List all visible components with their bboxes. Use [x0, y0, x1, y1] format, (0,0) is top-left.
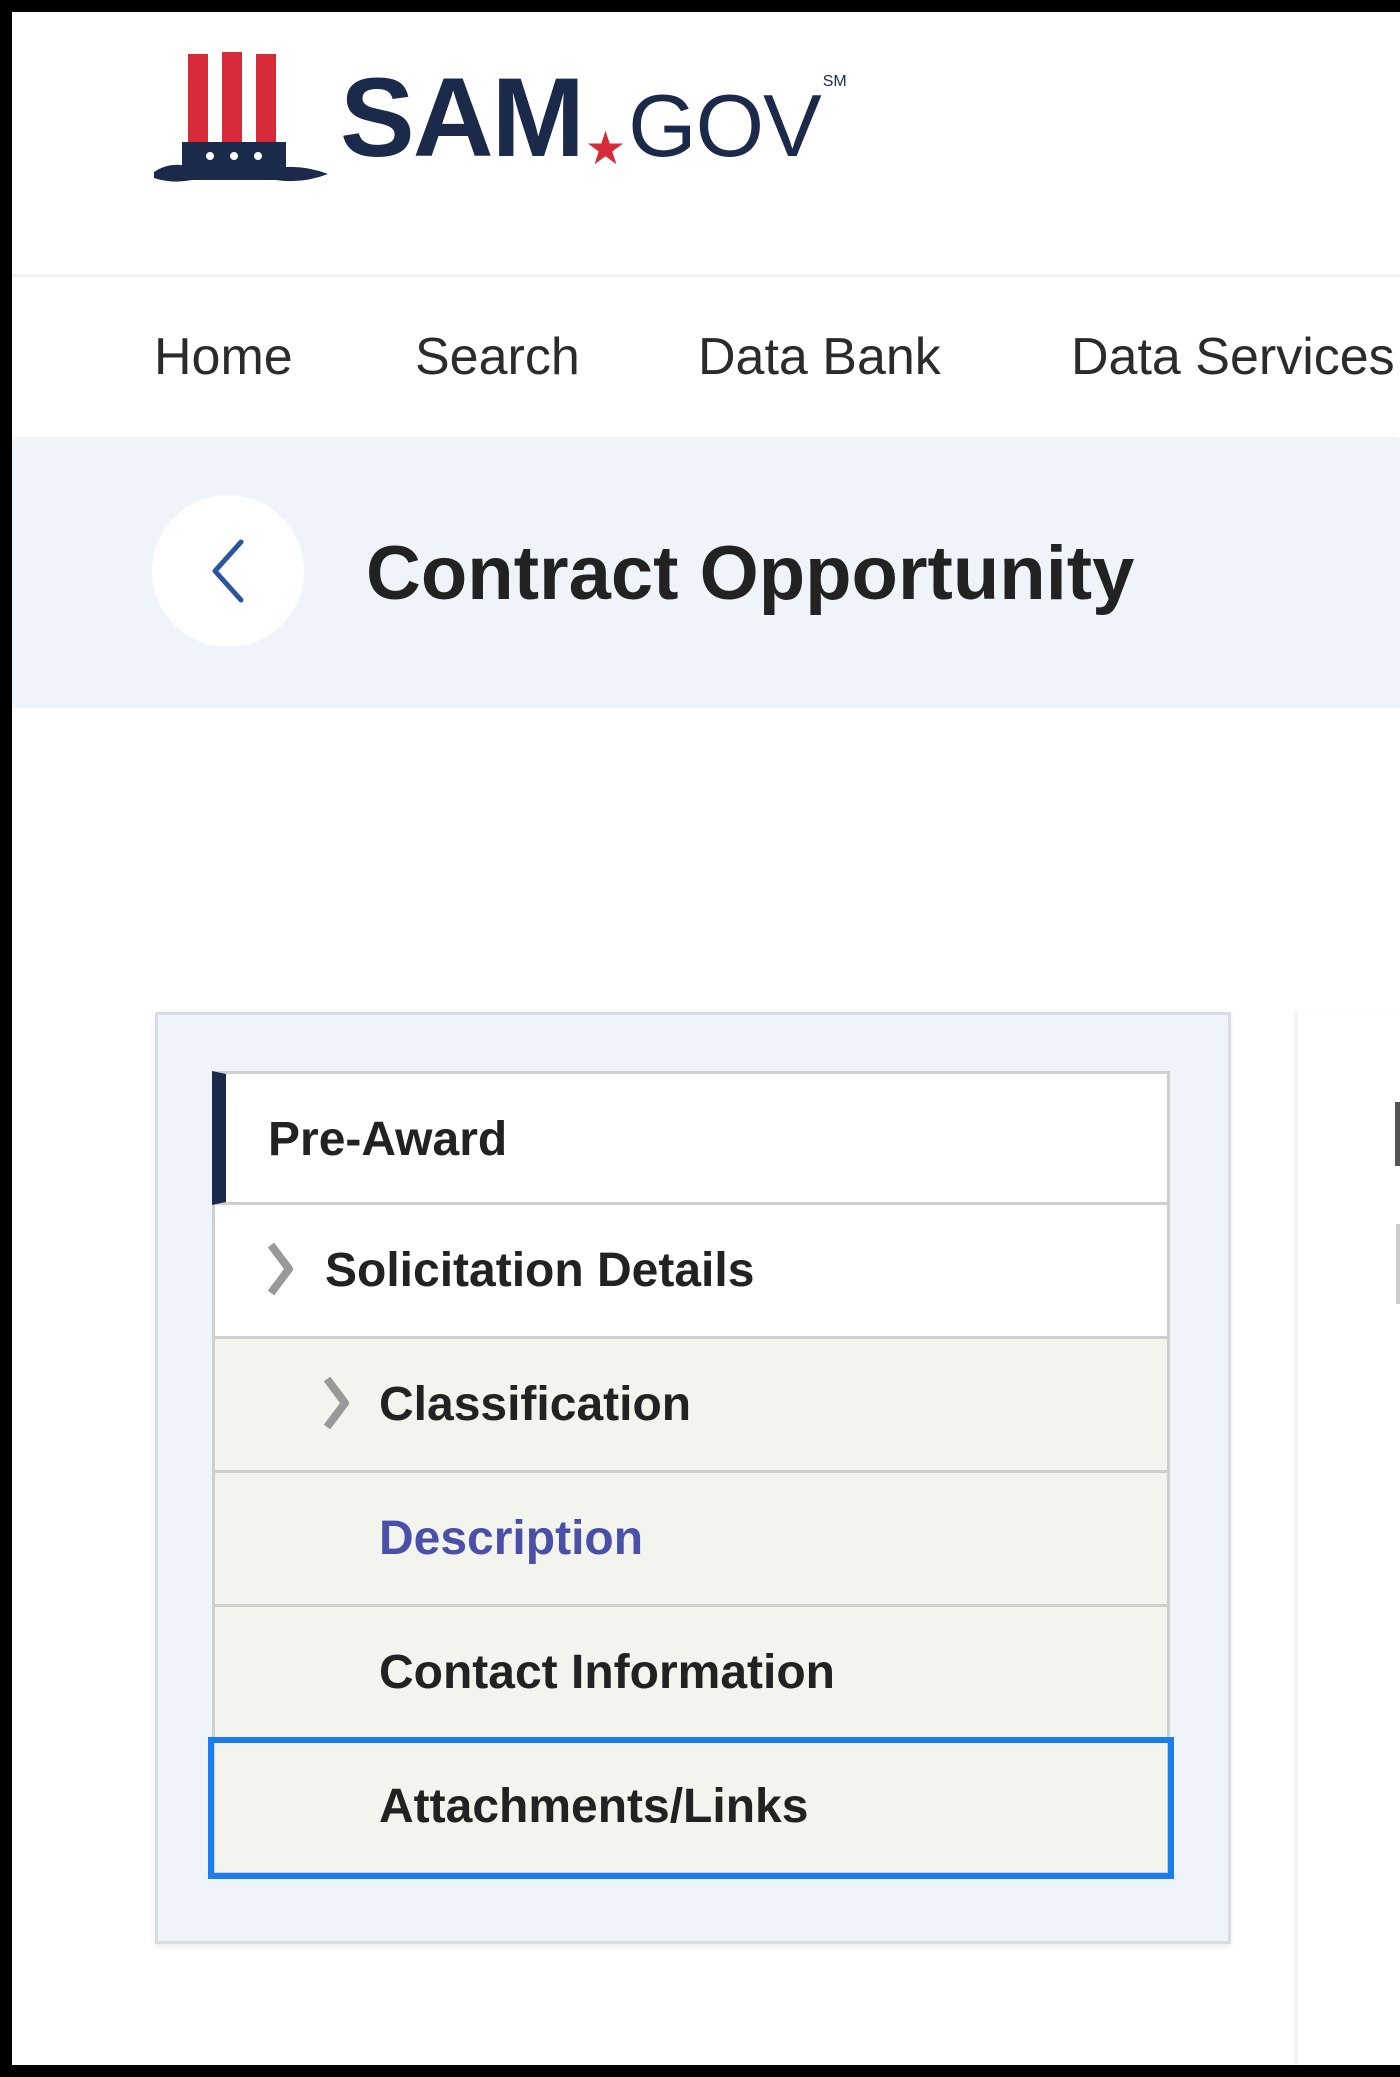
- side-navigation: Pre-Award Solicitation Details Classific…: [155, 1012, 1231, 1944]
- site-brand[interactable]: SAM ★ GOV SM: [340, 55, 847, 180]
- side-nav-label: Pre-Award: [268, 1113, 508, 1166]
- side-nav-label: Solicitation Details: [325, 1244, 755, 1297]
- side-nav-label: Classification: [379, 1378, 692, 1431]
- chevron-left-icon: [212, 539, 244, 603]
- brand-gov: GOV: [628, 76, 822, 175]
- site-header: SAM ★ GOV SM: [12, 12, 1400, 277]
- service-mark: SM: [822, 73, 847, 90]
- nav-search[interactable]: Search: [415, 327, 580, 387]
- brand-star-icon: ★: [584, 122, 627, 174]
- page-title: Contract Opportunity: [366, 531, 1135, 616]
- back-button[interactable]: [152, 495, 304, 647]
- side-nav-description[interactable]: Description: [212, 1473, 1170, 1607]
- chevron-right-icon: [267, 1242, 293, 1296]
- content-heading-fragment: [1395, 1102, 1400, 1166]
- side-nav-label: Contact Information: [379, 1646, 835, 1699]
- uncle-sam-hat-icon[interactable]: [152, 46, 332, 196]
- side-nav-contact-information[interactable]: Contact Information: [212, 1607, 1170, 1741]
- side-nav-solicitation-details[interactable]: Solicitation Details: [212, 1205, 1170, 1339]
- side-nav-label: Description: [379, 1512, 644, 1565]
- content-field-fragment: [1396, 1224, 1400, 1304]
- side-nav-list: Pre-Award Solicitation Details Classific…: [208, 1071, 1174, 1879]
- nav-data-services[interactable]: Data Services: [1071, 327, 1395, 387]
- main-nav: Home Search Data Bank Data Services: [12, 277, 1400, 437]
- nav-home[interactable]: Home: [154, 327, 293, 387]
- side-nav-pre-award[interactable]: Pre-Award: [212, 1071, 1170, 1205]
- browser-frame: SAM ★ GOV SM Home Search Data Bank Data …: [12, 12, 1400, 2065]
- side-nav-attachments-links[interactable]: Attachments/Links: [208, 1737, 1174, 1879]
- page-title-band: Contract Opportunity: [12, 440, 1400, 708]
- chevron-right-icon: [323, 1376, 349, 1430]
- brand-sam: SAM: [340, 55, 585, 180]
- content-card: [1295, 1012, 1400, 2065]
- side-nav-classification[interactable]: Classification: [212, 1339, 1170, 1473]
- nav-data-bank[interactable]: Data Bank: [698, 327, 941, 387]
- side-nav-label: Attachments/Links: [379, 1780, 809, 1833]
